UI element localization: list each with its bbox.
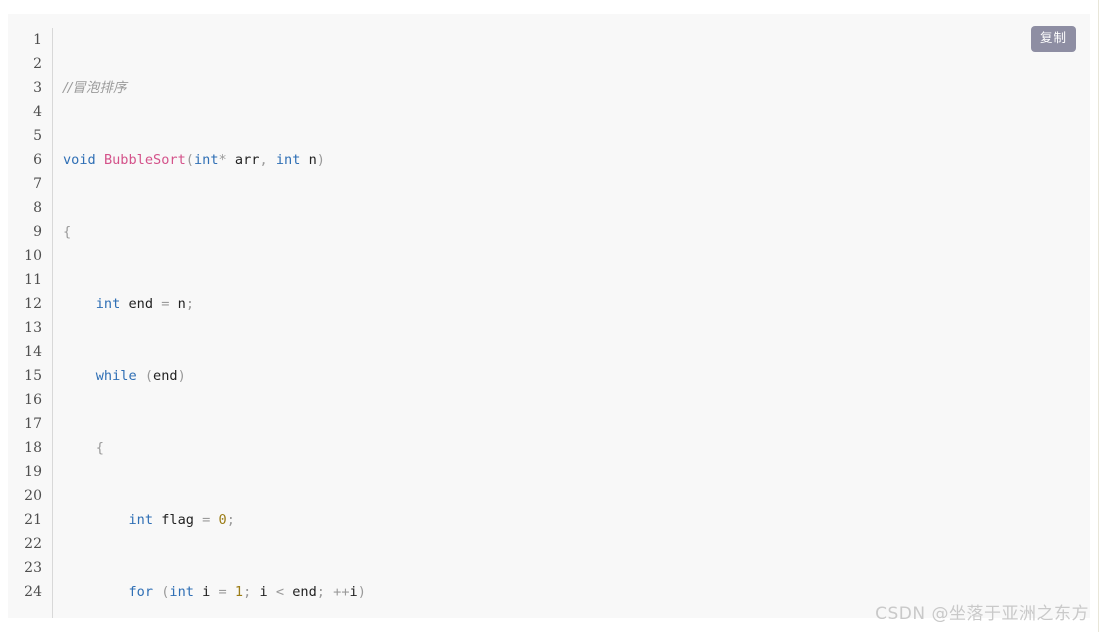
line-number: 8 (33, 200, 42, 216)
line-number: 17 (24, 416, 42, 432)
line-number: 1 (33, 32, 42, 48)
line-number: 5 (33, 128, 42, 144)
line-number: 14 (24, 344, 42, 360)
code-line: //冒泡排序 (63, 76, 1090, 100)
line-number: 20 (24, 488, 42, 504)
line-number: 6 (33, 152, 42, 168)
line-number-gutter: 1 2 3 4 5 6 7 8 9 10 11 12 13 14 15 16 1… (8, 28, 53, 618)
code-line: while (end) (95, 368, 186, 384)
line-number: 4 (33, 104, 42, 120)
line-number: 10 (24, 248, 42, 264)
line-number: 23 (24, 560, 42, 576)
line-number: 24 (24, 584, 42, 600)
code-text[interactable]: //冒泡排序 void BubbleSort(int* arr, int n) … (53, 28, 1090, 618)
line-number: 21 (24, 512, 42, 528)
code-area: 1 2 3 4 5 6 7 8 9 10 11 12 13 14 15 16 1… (8, 28, 1090, 618)
code-block: 复制 1 2 3 4 5 6 7 8 9 10 11 12 13 14 15 1… (8, 14, 1090, 618)
line-number: 7 (33, 176, 42, 192)
line-number: 22 (24, 536, 42, 552)
code-line: { (63, 224, 72, 240)
code-snippet-page: 复制 1 2 3 4 5 6 7 8 9 10 11 12 13 14 15 1… (0, 0, 1107, 632)
code-line: void BubbleSort(int* arr, int n) (63, 152, 325, 168)
copy-code-button[interactable]: 复制 (1030, 26, 1076, 52)
line-number: 12 (24, 296, 42, 312)
line-number: 2 (33, 56, 42, 72)
code-line: int end = n; (95, 296, 194, 312)
line-number: 13 (24, 320, 42, 336)
csdn-watermark: CSDN @坐落于亚洲之东方 (875, 604, 1089, 624)
code-line: { (95, 440, 104, 456)
line-number: 3 (33, 80, 42, 96)
line-number: 18 (24, 440, 42, 456)
line-number: 11 (24, 272, 42, 288)
line-number: 9 (33, 224, 42, 240)
line-number: 19 (24, 464, 42, 480)
line-number: 15 (24, 368, 42, 384)
code-comment: //冒泡排序 (63, 80, 127, 96)
line-number: 16 (24, 392, 42, 408)
code-line: int flag = 0; (128, 512, 235, 528)
